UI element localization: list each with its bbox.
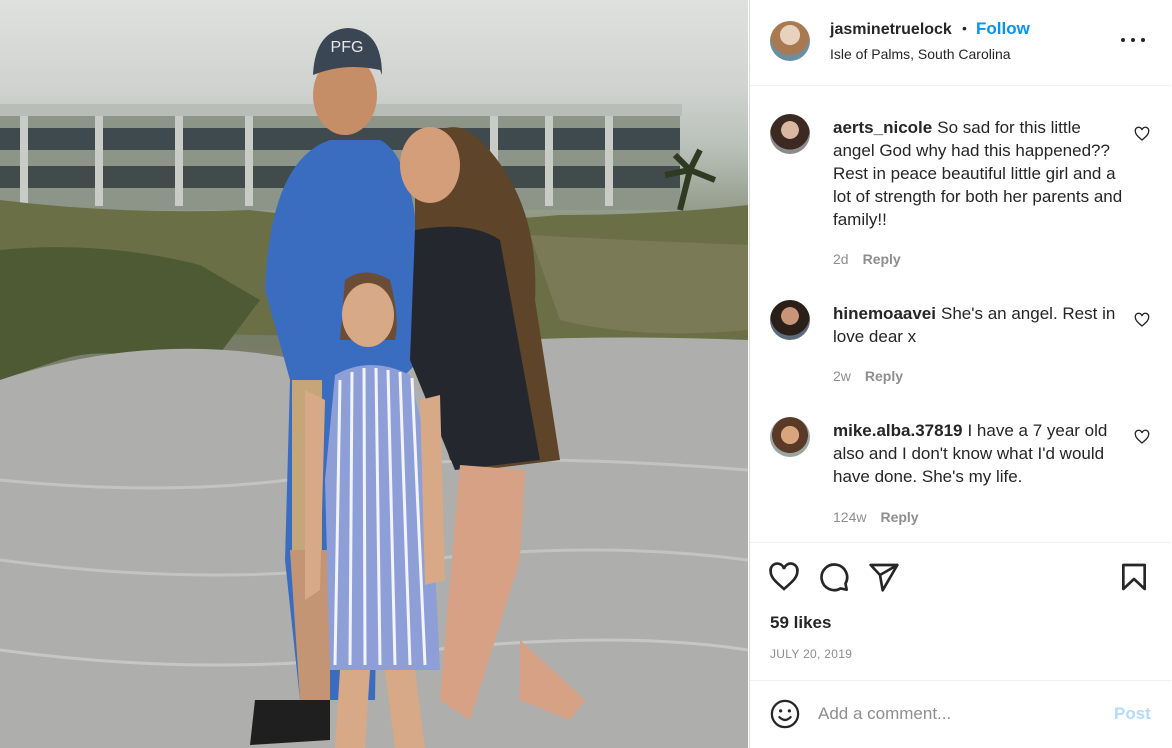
comment-time[interactable]: 2d	[833, 251, 849, 267]
heart-icon[interactable]	[1134, 312, 1150, 328]
author-avatar[interactable]	[770, 21, 810, 61]
more-horizontal-icon[interactable]	[1120, 30, 1146, 50]
comment-meta: 2w Reply	[833, 368, 903, 384]
comment-bubble-icon[interactable]	[818, 561, 850, 593]
commenter-avatar[interactable]	[770, 417, 810, 457]
post-date[interactable]: JULY 20, 2019	[770, 647, 852, 661]
comment-body: hinemoaavei She's an angel. Rest in love …	[833, 302, 1123, 348]
author-username[interactable]: jasminetruelock	[830, 21, 952, 39]
comment-time[interactable]: 124w	[833, 509, 866, 525]
reply-button[interactable]: Reply	[880, 509, 918, 525]
bookmark-icon[interactable]	[1118, 561, 1150, 593]
commenter-username[interactable]: aerts_nicole	[833, 118, 932, 137]
comment-time[interactable]: 2w	[833, 368, 851, 384]
commenter-username[interactable]: mike.alba.37819	[833, 421, 962, 440]
heart-icon[interactable]	[768, 561, 800, 593]
comment-input[interactable]	[818, 699, 1098, 729]
comment-meta: 2d Reply	[833, 251, 901, 267]
post-photo[interactable]: PFG	[0, 0, 748, 748]
likes-count[interactable]: 59 likes	[770, 613, 831, 633]
smiley-icon[interactable]	[770, 699, 800, 729]
commenter-avatar[interactable]	[770, 300, 810, 340]
heart-icon[interactable]	[1134, 429, 1150, 445]
add-comment-bar: Post	[750, 680, 1171, 748]
post-location[interactable]: Isle of Palms, South Carolina	[830, 46, 1011, 62]
reply-button[interactable]: Reply	[863, 251, 901, 267]
comment-body: aerts_nicole So sad for this little angel…	[833, 116, 1123, 231]
header-separator: •	[962, 20, 967, 36]
reply-button[interactable]: Reply	[865, 368, 903, 384]
post-side-panel: jasminetruelock • Follow Isle of Palms, …	[749, 0, 1172, 748]
post-actions: 59 likes JULY 20, 2019	[750, 542, 1171, 678]
commenter-avatar[interactable]	[770, 114, 810, 154]
paper-plane-icon[interactable]	[868, 561, 900, 593]
photo-scene: PFG	[0, 28, 748, 748]
cap-logo-text: PFG	[331, 39, 364, 56]
comment-body: mike.alba.37819 I have a 7 year old also …	[833, 419, 1123, 488]
post-header: jasminetruelock • Follow Isle of Palms, …	[750, 0, 1171, 86]
post-comment-button[interactable]: Post	[1114, 704, 1151, 724]
follow-button[interactable]: Follow	[976, 19, 1030, 39]
comment-meta: 124w Reply	[833, 509, 919, 525]
commenter-username[interactable]: hinemoaavei	[833, 304, 936, 323]
heart-icon[interactable]	[1134, 126, 1150, 142]
